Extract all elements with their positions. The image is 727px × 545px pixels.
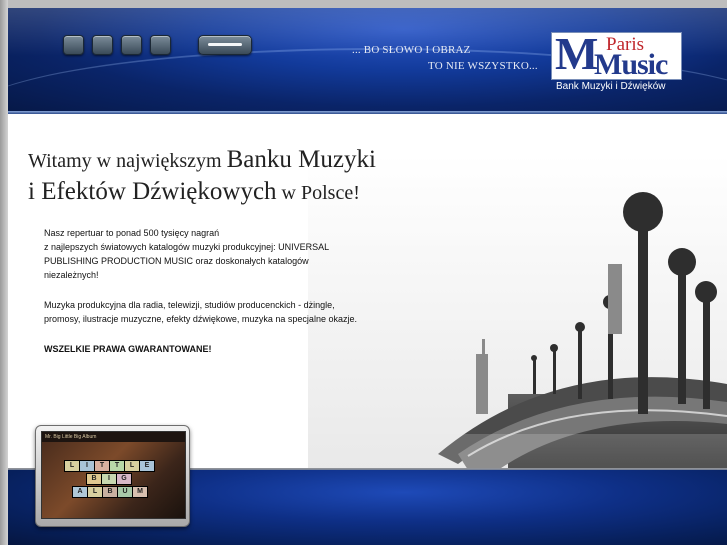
intro-paragraph: Nasz repertuar to ponad 500 tysięcy nagr… [44, 226, 374, 282]
album-block: A [72, 486, 88, 498]
album-block: G [116, 473, 132, 485]
services-line-1: Muzyka produkcyjna dla radia, telewizji,… [44, 300, 335, 310]
headline-effects: i Efektów Dźwiękowych [28, 178, 277, 205]
album-block: E [139, 460, 155, 472]
rights-notice: WSZELKIE PRAWA GWARANTOWANE! [44, 344, 212, 354]
nav-button-4[interactable] [150, 35, 171, 55]
nav-button-1[interactable] [63, 35, 84, 55]
intro-line-4: niezależnych! [44, 270, 99, 280]
headline-line-2: i Efektów Dźwiękowych w Polsce! [28, 178, 360, 206]
slogan-line-1: ... BO SŁOWO I OBRAZ [352, 44, 471, 56]
logo[interactable]: M Paris Music [551, 32, 682, 80]
nav-button-2[interactable] [92, 35, 113, 55]
nav-button-3[interactable] [121, 35, 142, 55]
album-block: L [64, 460, 80, 472]
headline-line-1: Witamy w największym Banku Muzyki [28, 146, 376, 174]
headline-bank: Banku Muzyki [226, 146, 376, 173]
album-screen: Mr. Big Little Big Album L I T T L E B I… [41, 431, 186, 519]
album-block: L [124, 460, 140, 472]
album-caption: Mr. Big Little Big Album [45, 434, 97, 440]
intro-line-1: Nasz repertuar to ponad 500 tysięcy nagr… [44, 228, 220, 238]
album-block: B [102, 486, 118, 498]
album-block: B [86, 473, 102, 485]
album-block: U [117, 486, 133, 498]
album-block: L [87, 486, 103, 498]
headline-poland: w Polsce! [276, 182, 360, 204]
album-block: I [101, 473, 117, 485]
menu-button[interactable] [198, 35, 252, 55]
services-line-2: promosy, ilustracje muzyczne, efekty dźw… [44, 314, 357, 324]
logo-music-text: Music [594, 48, 668, 80]
logo-letter-m: M [555, 32, 599, 79]
headline-welcome: Witamy w największym [28, 150, 227, 172]
services-paragraph: Muzyka produkcyjna dla radia, telewizji,… [44, 298, 374, 326]
header-banner: ... BO SŁOWO I OBRAZ TO NIE WSZYSTKO... … [8, 8, 727, 114]
main-content: Witamy w największym Banku Muzyki i Efek… [8, 114, 727, 470]
album-cover-art: L I T T L E B I G A L B U M [42, 442, 185, 518]
intro-line-2: z najlepszych światowych katalogów muzyk… [44, 242, 330, 252]
album-block: M [132, 486, 148, 498]
album-block: I [79, 460, 95, 472]
left-border [0, 0, 8, 545]
album-block: T [94, 460, 110, 472]
slogan-line-2: TO NIE WSZYSTKO... [428, 60, 538, 72]
intro-line-3: PUBLISHING PRODUCTION MUSIC oraz doskona… [44, 256, 309, 266]
logo-subtitle: Bank Muzyki i Dźwięków [556, 81, 666, 92]
menu-bar-icon [208, 43, 242, 46]
album-thumbnail[interactable]: Mr. Big Little Big Album L I T T L E B I… [35, 425, 190, 527]
album-block: T [109, 460, 125, 472]
